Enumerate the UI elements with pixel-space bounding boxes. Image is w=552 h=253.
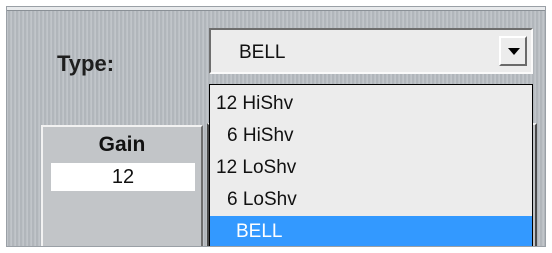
dropdown-option-12-loshv[interactable]: 12 LoShv — [210, 152, 532, 184]
gain-value-field[interactable]: 12 — [51, 163, 195, 191]
type-dropdown-list[interactable]: 12 HiShv 6 HiShv 12 LoShv 6 LoShv BELL — [209, 84, 533, 246]
dropdown-option-12-hishv[interactable]: 12 HiShv — [210, 88, 532, 120]
dropdown-button[interactable] — [499, 36, 527, 66]
type-select-value: BELL — [239, 42, 286, 63]
gain-column: Gain 12 — [41, 125, 203, 246]
dropdown-option-6-hishv[interactable]: 6 HiShv — [210, 120, 532, 152]
dropdown-option-bell[interactable]: BELL — [210, 216, 532, 246]
type-select[interactable]: BELL — [209, 28, 533, 74]
chevron-down-icon — [508, 48, 520, 55]
type-label: Type: — [57, 51, 115, 76]
eq-panel: Type: Gain 12 BELL 12 HiShv 6 HiShv 12 L… — [6, 6, 546, 247]
dropdown-option-6-loshv[interactable]: 6 LoShv — [210, 184, 532, 216]
gain-header: Gain — [98, 133, 146, 156]
